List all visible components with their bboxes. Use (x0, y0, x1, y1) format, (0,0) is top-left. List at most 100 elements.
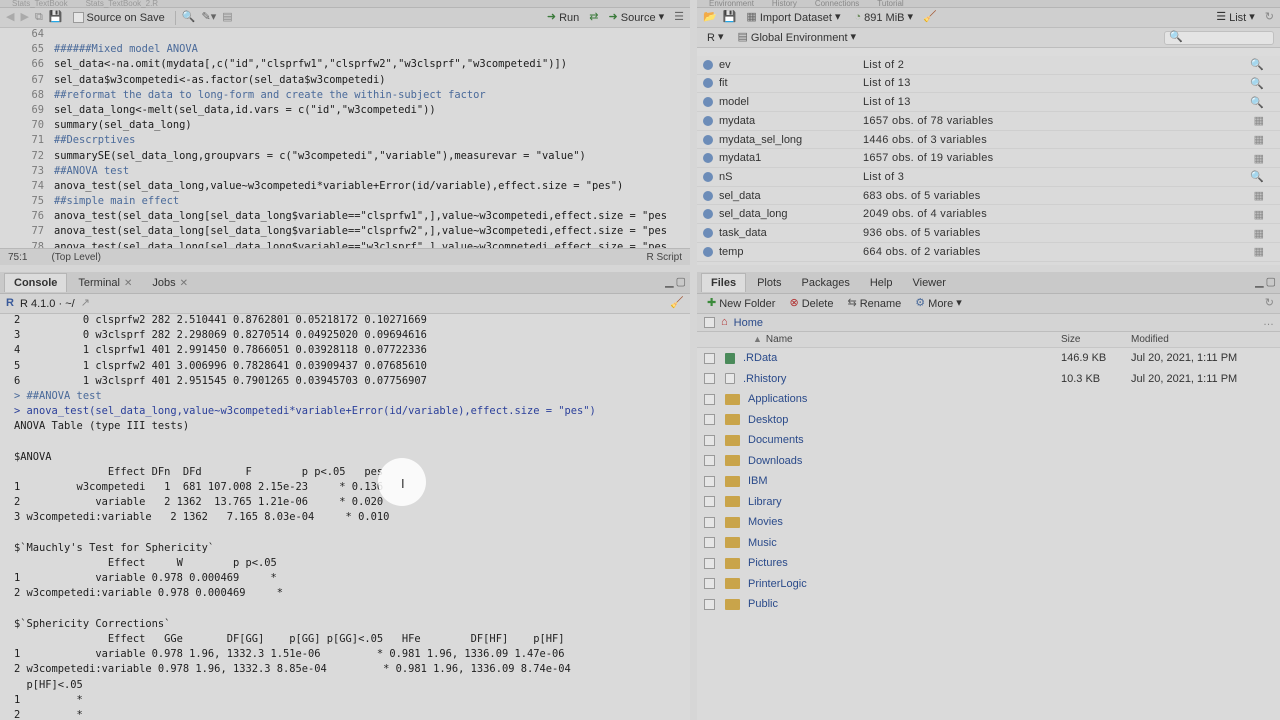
file-name[interactable]: IBM (748, 475, 768, 487)
breadcrumb-home[interactable]: Home (734, 317, 763, 329)
compile-report-icon[interactable]: ▤ (222, 12, 232, 23)
view-table-icon[interactable]: ▦ (1254, 114, 1264, 127)
file-name[interactable]: Downloads (748, 455, 802, 467)
env-row[interactable]: model List of 13 🔍 (697, 93, 1280, 112)
show-in-window-icon[interactable]: ⧉ (35, 12, 43, 23)
env-row[interactable]: nS List of 3 🔍 (697, 168, 1280, 187)
rename-button[interactable]: ⇆ Rename (843, 296, 905, 312)
run-button[interactable]: ➜ Run (543, 10, 583, 26)
more-options-icon[interactable]: … (1263, 317, 1274, 328)
expand-icon[interactable] (703, 134, 713, 145)
env-row[interactable]: mydata1 1657 obs. of 19 variables ▦ (697, 150, 1280, 169)
code-line[interactable]: 75 ##simple main effect (0, 195, 690, 210)
rerun-icon[interactable]: ⇄ (589, 12, 598, 23)
search-icon[interactable]: 🔍 (182, 12, 196, 23)
minimize-icon[interactable]: ▁ (1255, 277, 1263, 288)
file-name[interactable]: .RData (743, 352, 777, 364)
file-type[interactable]: R Script (646, 252, 682, 263)
scope-dropdown[interactable]: ▤ Global Environment ▾ (733, 30, 860, 46)
env-row[interactable]: temp 664 obs. of 2 variables ▦ (697, 243, 1280, 262)
file-checkbox[interactable] (704, 455, 715, 467)
file-checkbox[interactable] (704, 537, 715, 549)
expand-icon[interactable] (703, 115, 713, 126)
outline-icon[interactable]: ☰ (674, 12, 684, 23)
source-on-save-checkbox[interactable] (72, 12, 84, 23)
code-line[interactable]: 68 ##reformat the data to long-form and c… (0, 89, 690, 104)
tab-help[interactable]: Help (861, 274, 902, 292)
tab-console[interactable]: Console (4, 273, 68, 292)
file-row[interactable]: Desktop (697, 410, 1280, 431)
search-icon[interactable]: 🔍 (1250, 96, 1264, 109)
broom-icon[interactable]: 🧹 (923, 12, 937, 23)
view-table-icon[interactable]: ▦ (1254, 245, 1264, 258)
file-name[interactable]: PrinterLogic (748, 578, 807, 590)
file-row[interactable]: Movies (697, 512, 1280, 533)
refresh-icon[interactable]: ↻ (1265, 298, 1274, 309)
delete-button[interactable]: ⊗ Delete (785, 296, 837, 312)
search-icon[interactable]: 🔍 (1250, 77, 1264, 90)
file-checkbox[interactable] (704, 373, 715, 385)
file-row[interactable]: Music (697, 533, 1280, 554)
source-button[interactable]: ➜ Source ▾ (605, 10, 669, 26)
tab-plots[interactable]: Plots (748, 274, 790, 292)
code-line[interactable]: 69 sel_data_long<-melt(sel_data,id.vars =… (0, 104, 690, 119)
file-name[interactable]: Library (748, 496, 782, 508)
code-line[interactable]: 64 (0, 28, 690, 43)
code-line[interactable]: 71 ##Descrptives (0, 134, 690, 149)
file-row[interactable]: .RData 146.9 KB Jul 20, 2021, 1:11 PM (697, 348, 1280, 369)
file-name[interactable]: Movies (748, 516, 783, 528)
maximize-icon[interactable]: ▢ (676, 277, 686, 288)
file-row[interactable]: Applications (697, 389, 1280, 410)
tab-environment[interactable]: Environment (701, 0, 762, 8)
source-tab-2[interactable]: Stats_TextBook_2.R (78, 0, 166, 8)
tab-viewer[interactable]: Viewer (903, 274, 954, 292)
load-workspace-icon[interactable]: 📂 (703, 12, 717, 23)
file-row[interactable]: Documents (697, 430, 1280, 451)
file-checkbox[interactable] (704, 516, 715, 528)
file-row[interactable]: IBM (697, 471, 1280, 492)
file-name[interactable]: Applications (748, 393, 807, 405)
file-checkbox[interactable] (704, 434, 715, 446)
search-icon[interactable]: 🔍 (1250, 58, 1264, 71)
file-name[interactable]: Documents (748, 434, 804, 446)
code-editor[interactable]: 64 65 ######Mixed model ANOVA 66 sel_data<-n… (0, 28, 690, 253)
view-table-icon[interactable]: ▦ (1254, 189, 1264, 202)
view-table-icon[interactable]: ▦ (1254, 208, 1264, 221)
close-icon[interactable]: ✕ (180, 278, 188, 289)
clear-console-icon[interactable]: 🧹 (670, 298, 684, 309)
tab-tutorial[interactable]: Tutorial (869, 0, 911, 8)
scope-indicator[interactable]: (Top Level) (51, 252, 100, 263)
env-row[interactable]: ev List of 2 🔍 (697, 56, 1280, 75)
search-icon[interactable]: 🔍 (1250, 170, 1264, 183)
close-icon[interactable]: ✕ (124, 278, 132, 289)
code-line[interactable]: 65 ######Mixed model ANOVA (0, 43, 690, 58)
file-name[interactable]: .Rhistory (743, 373, 786, 385)
code-line[interactable]: 70 summary(sel_data_long) (0, 119, 690, 134)
file-row[interactable]: Downloads (697, 451, 1280, 472)
file-row[interactable]: PrinterLogic (697, 574, 1280, 595)
tab-history[interactable]: History (764, 0, 805, 8)
save-icon[interactable]: 💾 (49, 12, 63, 23)
env-row[interactable]: mydata_sel_long 1446 obs. of 3 variables ▦ (697, 131, 1280, 150)
source-on-save-toggle[interactable]: Source on Save (69, 10, 169, 26)
environment-search-input[interactable]: 🔍 (1164, 30, 1274, 45)
import-dataset-button[interactable]: ▦ Import Dataset ▾ (742, 10, 844, 26)
expand-icon[interactable] (703, 190, 713, 201)
select-all-checkbox[interactable] (704, 317, 715, 328)
code-line[interactable]: 72 summarySE(sel_data_long,groupvars = c(… (0, 150, 690, 165)
view-table-icon[interactable]: ▦ (1254, 152, 1264, 165)
minimize-icon[interactable]: ▁ (665, 277, 673, 288)
file-row[interactable]: Public (697, 594, 1280, 615)
env-row[interactable]: sel_data 683 obs. of 5 variables ▦ (697, 187, 1280, 206)
file-name[interactable]: Desktop (748, 414, 788, 426)
env-row[interactable]: mydata 1657 obs. of 78 variables ▦ (697, 112, 1280, 131)
column-name[interactable]: Name (766, 334, 793, 345)
code-line[interactable]: 67 sel_data$w3competedi<-as.factor(sel_da… (0, 74, 690, 89)
file-checkbox[interactable] (704, 475, 715, 487)
tab-packages[interactable]: Packages (793, 274, 859, 292)
file-name[interactable]: Music (748, 537, 777, 549)
forward-arrow-icon[interactable]: ▶ (20, 12, 28, 23)
file-checkbox[interactable] (704, 598, 715, 610)
source-tab-1[interactable]: Stats_TextBook (4, 0, 76, 8)
view-table-icon[interactable]: ▦ (1254, 133, 1264, 146)
